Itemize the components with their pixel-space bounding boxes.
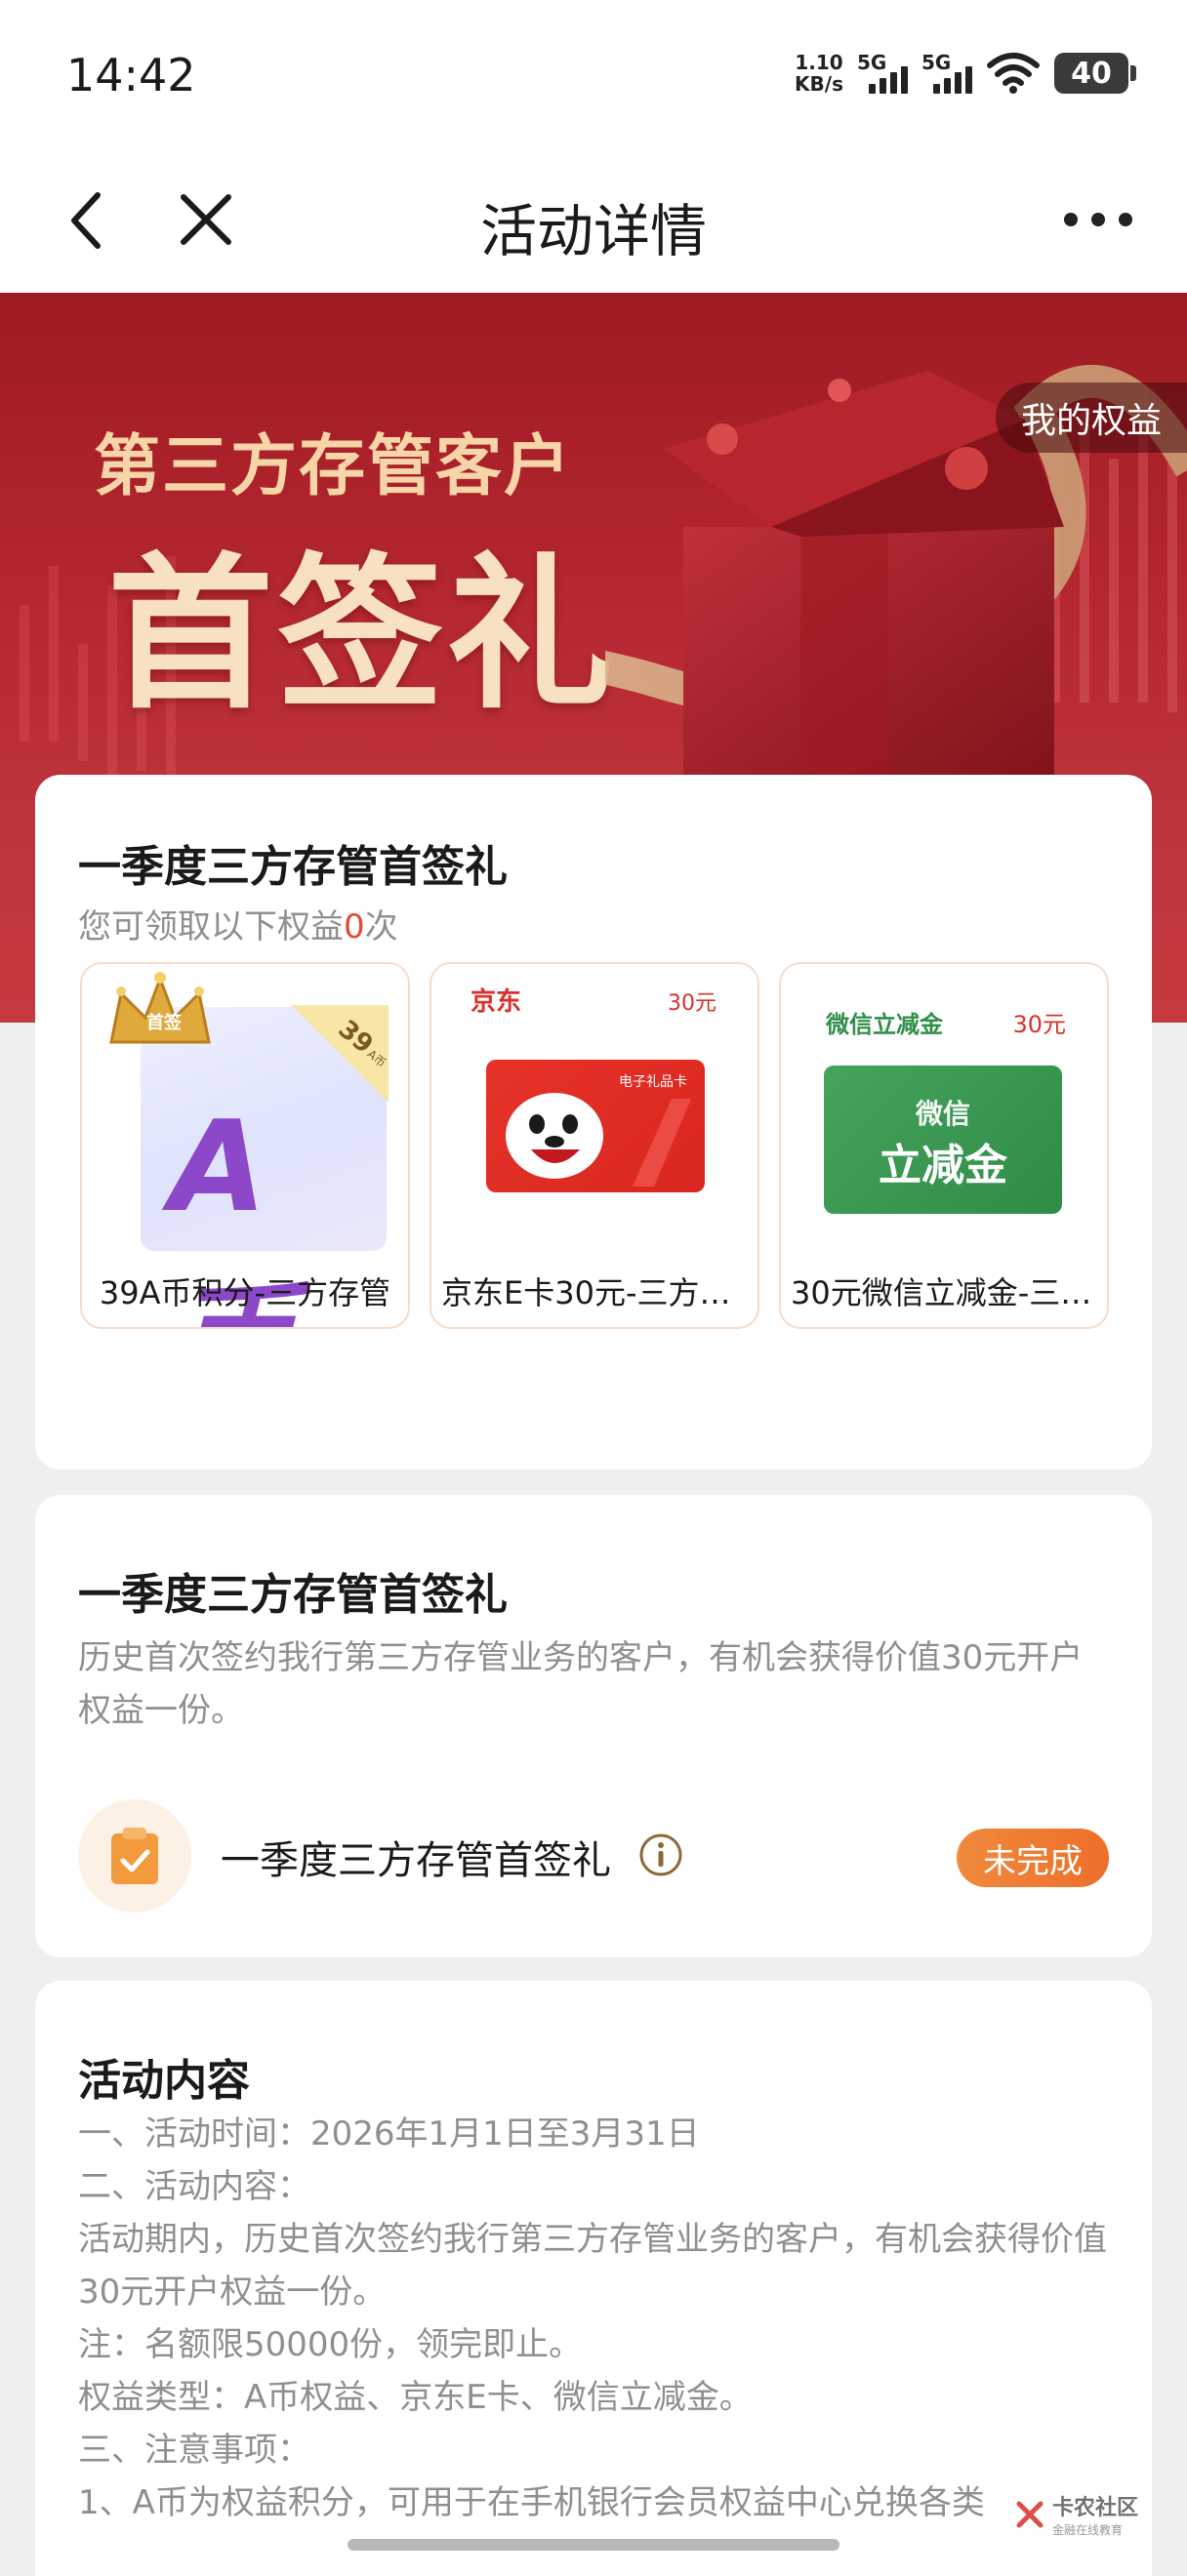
activity-content-card: 活动内容 一、活动时间：2026年1月1日至3月31日 二、活动内容： 活动期内… bbox=[35, 1981, 1152, 2576]
battery-icon: 40 bbox=[1054, 53, 1136, 94]
info-icon[interactable] bbox=[638, 1832, 683, 1877]
task-card-description: 历史首次签约我行第三方存管业务的客户，有机会获得价值30元开户权益一份。 bbox=[78, 1638, 1084, 1730]
net-speed-value: 1.10 bbox=[795, 51, 843, 74]
subtitle-prefix: 您可领取以下权益 bbox=[78, 907, 344, 946]
task-card: 一季度三方存管首签礼 历史首次签约我行第三方存管业务的客户，有机会获得价值30元… bbox=[35, 1495, 1152, 1957]
jd-dog-mascot-icon bbox=[506, 1093, 691, 1187]
clipboard-check-icon bbox=[78, 1799, 191, 1912]
signal-icon: 5G bbox=[921, 51, 972, 96]
task-card-title: 一季度三方存管首签礼 bbox=[78, 1570, 508, 1620]
reward-label: 39A币积分-三方存管 bbox=[99, 1274, 391, 1311]
task-name: 一季度三方存管首签礼 bbox=[221, 1838, 611, 1883]
wifi-icon bbox=[987, 53, 1040, 94]
signal-icon: 5G bbox=[857, 51, 908, 96]
chevron-left-icon[interactable] bbox=[59, 181, 117, 260]
status-icons: 1.10 KB/s 5G 5G 40 bbox=[795, 51, 1136, 96]
wechat-card-line1: 微信 bbox=[915, 1098, 970, 1130]
content-line: 活动期内，历史首次签约我行第三方存管业务的客户，有机会获得价值30元开户权益一份… bbox=[78, 2220, 1107, 2312]
reward-item-wechat-coupon[interactable]: 微信立减金 30元 微信 立减金 30元微信立减金-三方存管 bbox=[779, 962, 1109, 1329]
content-line: 一、活动时间：2026年1月1日至3月31日 bbox=[78, 2114, 700, 2153]
reward-label: 京东E卡30元-三方存管 bbox=[441, 1274, 757, 1311]
content-line: 三、注意事项： bbox=[78, 2431, 310, 2470]
content-line: 注：名额限50000份，领完即止。 bbox=[78, 2325, 583, 2364]
net-speed-unit: KB/s bbox=[795, 72, 843, 96]
content-line: 权益类型：A币权益、京东E卡、微信立减金。 bbox=[78, 2378, 753, 2417]
close-icon[interactable] bbox=[172, 185, 240, 254]
rewards-card: 一季度三方存管首签礼 您可领取以下权益0次 A币 39 A币 首签 39A币积分… bbox=[35, 775, 1152, 1469]
jd-gift-card: 电子礼品卡 bbox=[486, 1060, 705, 1192]
reward-label: 30元微信立减金-三方存管 bbox=[791, 1274, 1107, 1311]
rewards-card-subtitle: 您可领取以下权益0次 bbox=[78, 900, 398, 947]
status-bar: 14:42 1.10 KB/s 5G 5G 40 bbox=[0, 0, 1187, 156]
watermark-text: 卡农社区 bbox=[1051, 2496, 1138, 2520]
remaining-count: 0 bbox=[344, 907, 365, 946]
status-time: 14:42 bbox=[66, 49, 196, 101]
wechat-card-line2: 立减金 bbox=[879, 1141, 1007, 1190]
content-line: 二、活动内容： bbox=[78, 2167, 310, 2206]
activity-content-text: 一、活动时间：2026年1月1日至3月31日 二、活动内容： 活动期内，历史首次… bbox=[78, 2108, 1132, 2529]
battery-level: 40 bbox=[1071, 56, 1112, 91]
jd-amount: 30元 bbox=[668, 991, 716, 1016]
wechat-brand: 微信立减金 bbox=[826, 1011, 943, 1038]
crown-badge-text: 首签 bbox=[146, 1013, 182, 1033]
banner-title: 首签礼 bbox=[107, 537, 618, 732]
wechat-coupon-card: 微信 立减金 bbox=[824, 1066, 1062, 1214]
subtitle-suffix: 次 bbox=[364, 907, 398, 946]
net-speed: 1.10 KB/s bbox=[795, 52, 843, 95]
more-icon[interactable] bbox=[1064, 195, 1132, 244]
watermark-subtext: 金融在线教育 bbox=[1051, 2523, 1123, 2537]
watermark-icon bbox=[1016, 2501, 1044, 2527]
reward-item-acoin[interactable]: A币 39 A币 首签 39A币积分-三方存管 bbox=[80, 962, 410, 1329]
jd-brand: 京东 bbox=[471, 987, 522, 1017]
nav-bar: 活动详情 bbox=[0, 156, 1187, 293]
reward-item-jd-card[interactable]: 京东 30元 电子礼品卡 京东E卡30元-三方存管 bbox=[430, 962, 759, 1329]
content-line: 1、A币为权益积分，可用于在手机银行会员权益中心兑换各类 bbox=[78, 2483, 985, 2522]
rewards-card-title: 一季度三方存管首签礼 bbox=[78, 842, 508, 892]
my-rights-button[interactable]: 我的权益 bbox=[996, 382, 1187, 453]
home-indicator[interactable] bbox=[348, 2539, 839, 2551]
watermark-logo: 卡农社区 金融在线教育 bbox=[1015, 2490, 1138, 2538]
task-status-badge[interactable]: 未完成 bbox=[957, 1829, 1109, 1887]
wechat-amount: 30元 bbox=[1012, 1011, 1066, 1038]
banner-subtitle: 第三方存管客户 bbox=[94, 428, 573, 505]
gift-box-icon bbox=[605, 364, 1187, 800]
activity-content-title: 活动内容 bbox=[78, 2056, 250, 2106]
